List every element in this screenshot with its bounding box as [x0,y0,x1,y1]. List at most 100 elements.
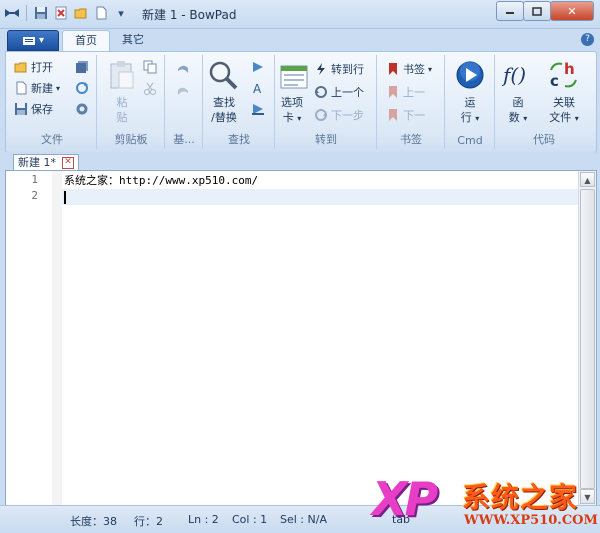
assoc-label-1: 关联 [553,96,575,109]
bookmark-prev-button[interactable]: 上一 [386,84,425,100]
current-line[interactable] [62,189,578,205]
ribbon: 打开 新建 ▾ 保存 文件 粘 贴 剪贴板 基... 查找 /替换 A 查找 选… [5,51,597,153]
qat-separator [26,5,27,21]
next-label: 下一步 [331,109,364,122]
magnifier-icon[interactable] [207,59,239,91]
run-button[interactable]: 运 行 ▾ [456,95,484,126]
redo-icon[interactable] [175,83,191,99]
chevron-down-icon: ▾ [297,114,302,123]
bookmark-next-icon [386,108,400,122]
settings-icon[interactable] [74,101,90,117]
copy-icon[interactable] [142,59,158,75]
associated-file-button[interactable]: 关联 文件 ▾ [544,95,584,126]
save-icon [14,102,28,116]
tabs-button[interactable]: 选项 卡 ▾ [278,95,306,126]
fold-margin[interactable] [52,171,62,505]
play-icon[interactable] [454,59,486,91]
tabs-list-icon[interactable] [278,61,310,93]
tab-other[interactable]: 其它 [110,30,156,50]
qat-dropdown-icon[interactable]: ▾ [113,5,129,21]
tabs-label-row: 卡 ▾ [278,110,306,126]
bookmarks-button[interactable]: 书签 ▾ [386,61,432,77]
cut-icon[interactable] [142,80,158,96]
find-selection-icon[interactable]: A [250,80,266,96]
open-folder-icon [14,60,28,74]
forward-arrow-icon [314,108,328,122]
vertical-scrollbar[interactable]: ▲ ▼ [578,171,596,505]
line-number: 2 [31,189,38,202]
goto-line-button[interactable]: 转到行 [314,61,364,77]
code-line[interactable]: 系统之家：http://www.xp510.com/ [62,173,578,189]
group-file: 打开 新建 ▾ 保存 文件 [8,55,97,149]
find-files-icon[interactable] [250,101,266,117]
chevron-down-icon: ▾ [56,83,61,93]
bookmarks-label: 书签 [403,63,425,76]
find-label-1: 查找 [213,96,235,109]
close-document-icon[interactable] [53,5,69,21]
paste-label-2: 贴 [116,111,128,124]
open-button[interactable]: 打开 [14,59,53,75]
ribbon-tab-row: ▾ 首页 其它 ? [0,29,600,51]
svg-text:c: c [550,72,559,90]
scroll-up-button[interactable]: ▲ [580,172,595,187]
open-folder-icon[interactable] [73,5,89,21]
close-button[interactable]: ✕ [550,1,594,21]
bookmark-next-label: 下一 [403,109,425,122]
back-arrow-icon [314,85,328,99]
watermark-xp-text: XP [372,472,438,526]
app-icon[interactable] [4,5,20,21]
reload-icon[interactable] [74,80,90,96]
functions-label-1: 函 [512,96,524,109]
group-bookmarks-label: 书签 [400,133,422,146]
status-col: Col : 1 [232,513,268,526]
new-document-icon[interactable] [93,5,109,21]
chevron-down-icon: ▾ [523,114,528,123]
document-tab-bar: 新建 1* ✕ [5,152,595,171]
watermark-logo: XP 系统之家 WWW.XP510.COM [372,472,600,532]
help-icon[interactable]: ? [581,33,594,46]
previous-button[interactable]: 上一个 [314,84,364,100]
save-button[interactable]: 保存 [14,101,53,117]
maximize-button[interactable] [523,1,551,21]
group-file-label: 文件 [41,133,63,146]
next-button[interactable]: 下一步 [314,107,364,123]
new-button[interactable]: 新建 ▾ [14,80,60,96]
new-label: 新建 [31,82,53,95]
paste-icon[interactable] [106,59,138,91]
tab-home[interactable]: 首页 [62,30,110,51]
group-find-label: 查找 [228,133,250,146]
bookmark-next-button[interactable]: 下一 [386,107,425,123]
tabs-label-2: 卡 [282,111,294,124]
menu-icon [22,36,35,45]
text-area[interactable]: 系统之家：http://www.xp510.com/ [62,171,578,505]
new-document-icon [14,81,28,95]
save-label: 保存 [31,103,53,116]
find-replace-button[interactable]: 查找 /替换 [204,95,244,125]
header-source-switch-icon[interactable]: ch [548,59,580,91]
group-edit: 基... [166,55,203,149]
text-caret [64,191,66,204]
find-next-icon[interactable] [250,59,266,75]
group-clipboard-label: 剪贴板 [114,133,148,146]
editor[interactable]: 1 2 系统之家：http://www.xp510.com/ ▲ ▼ [5,170,597,506]
paste-button[interactable]: 粘 贴 [108,95,136,125]
function-icon[interactable]: f() [502,59,534,91]
functions-label-2: 数 [508,111,520,124]
application-menu-button[interactable]: ▾ [7,30,59,51]
goto-line-label: 转到行 [331,63,364,76]
close-tab-icon[interactable]: ✕ [62,156,74,169]
undo-icon[interactable] [175,61,191,77]
functions-label-row: 数 ▾ [504,110,532,126]
bookmark-icon [386,62,400,76]
bookmark-prev-icon [386,85,400,99]
status-sel: Sel : N/A [280,513,327,526]
document-tab[interactable]: 新建 1* ✕ [13,154,79,171]
functions-button[interactable]: 函 数 ▾ [504,95,532,126]
scroll-thumb[interactable] [580,189,595,489]
save-icon[interactable] [33,5,49,21]
save-all-icon[interactable] [74,59,90,75]
status-lines: 行：2 [134,515,163,528]
window-controls: ✕ [496,1,594,21]
minimize-button[interactable] [496,1,524,21]
chevron-down-icon: ▾ [428,64,433,74]
